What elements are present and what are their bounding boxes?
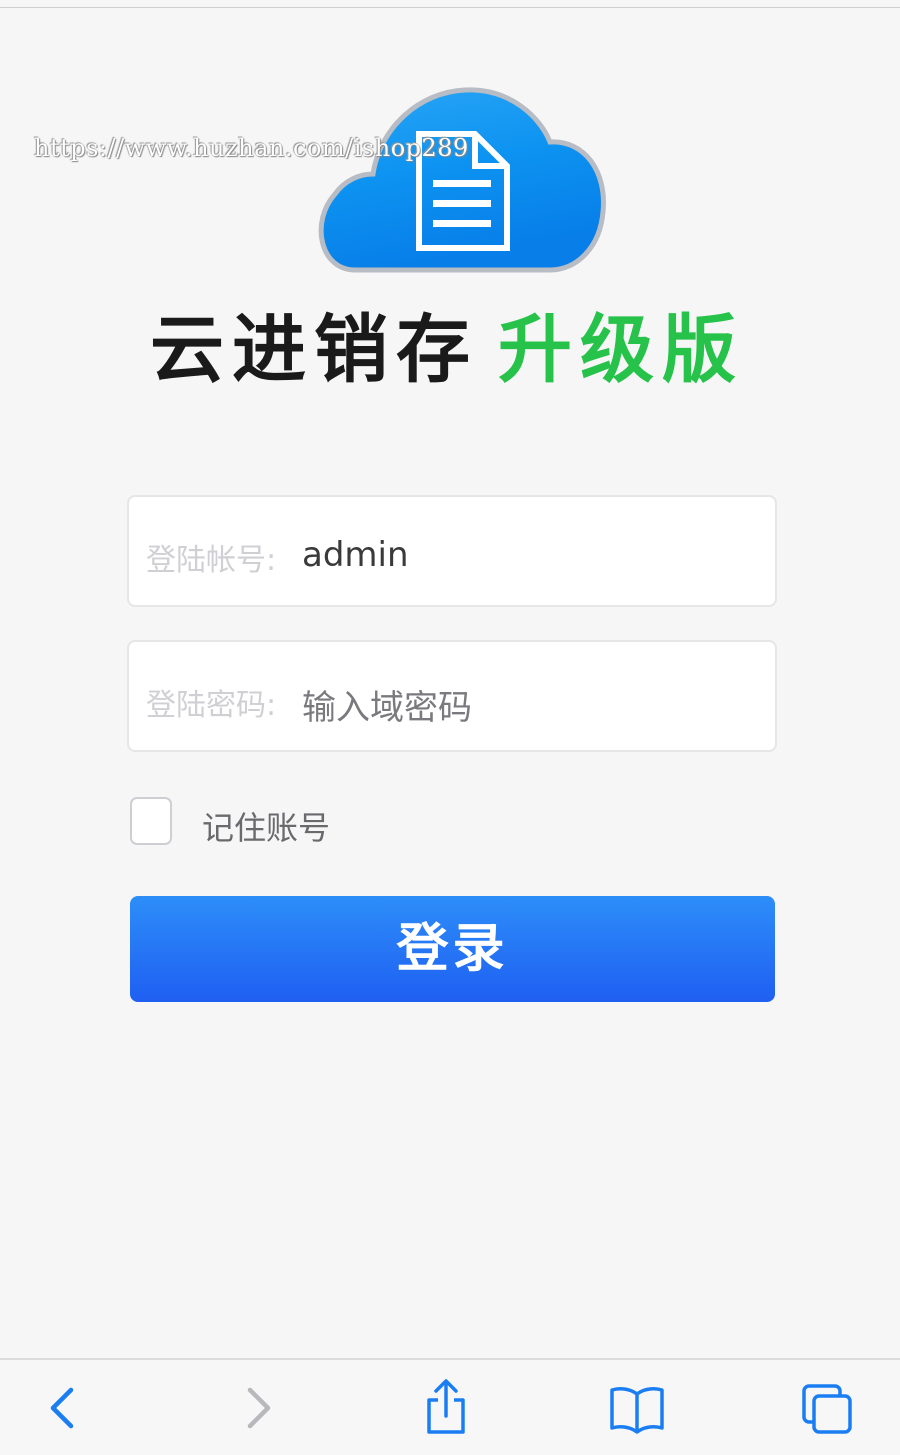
browser-top-edge	[0, 0, 900, 8]
account-label: 登陆帐号:	[146, 543, 277, 578]
password-label: 登陆密码:	[146, 688, 277, 723]
browser-toolbar	[0, 1358, 900, 1455]
app-name: 云进销存	[150, 307, 478, 393]
share-icon[interactable]	[416, 1378, 476, 1438]
app-edition: 升级版	[498, 307, 744, 393]
back-icon[interactable]	[33, 1378, 93, 1438]
bookmarks-icon[interactable]	[607, 1378, 667, 1438]
app-title: 云进销存 升级版	[150, 305, 770, 395]
cloud-document-logo-icon	[315, 82, 610, 282]
password-input[interactable]: 输入域密码	[302, 680, 472, 729]
remember-label[interactable]: 记住账号	[202, 803, 330, 849]
watermark-url: https://www.huzhan.com/ishop289	[34, 134, 469, 162]
login-button[interactable]: 登录	[130, 896, 775, 1002]
tabs-icon[interactable]	[798, 1378, 858, 1438]
account-field[interactable]: 登陆帐号: admin	[127, 495, 777, 607]
forward-icon[interactable]	[228, 1378, 288, 1438]
remember-account[interactable]: 记住账号	[130, 797, 430, 849]
remember-checkbox[interactable]	[130, 797, 172, 845]
password-field[interactable]: 登陆密码: 输入域密码	[127, 640, 777, 752]
account-input[interactable]: admin	[302, 535, 409, 575]
